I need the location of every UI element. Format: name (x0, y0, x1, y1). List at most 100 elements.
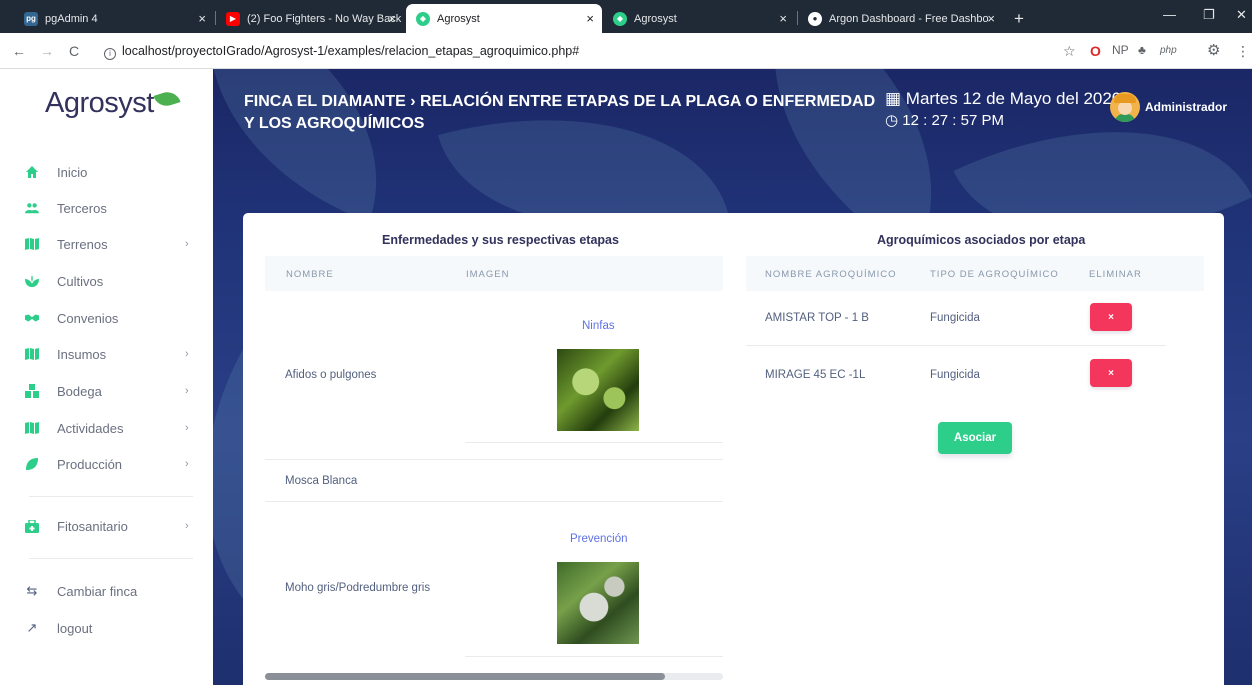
agrochemical-type: Fungicida (930, 312, 980, 324)
exchange-icon: ⇆ (26, 583, 38, 598)
diseases-table-title: Enfermedades y sus respectivas etapas (382, 233, 619, 247)
asociar-button[interactable]: Asociar (938, 422, 1012, 454)
date-text: Martes 12 de Mayo del 2020 (905, 89, 1122, 108)
browser-tab[interactable]: ● Argon Dashboard - Free Dashbo × (798, 4, 1003, 33)
column-header: IMAGEN (466, 269, 510, 280)
column-header: ELIMINAR (1089, 269, 1142, 280)
agrochemical-name: MIRAGE 45 EC -1L (765, 369, 866, 381)
sidebar-item-inicio[interactable]: Inicio (0, 157, 213, 187)
home-icon (25, 165, 39, 179)
medkit-icon (25, 519, 39, 533)
leaf-icon (25, 457, 39, 471)
url-field[interactable]: i localhost/proyectoIGrado/Agrosyst-1/exa… (104, 44, 579, 60)
sidebar-item-terceros[interactable]: Terceros (0, 193, 213, 223)
php-extension-icon[interactable]: php (1160, 45, 1177, 56)
aphid-photo (557, 349, 639, 431)
delete-button[interactable]: × (1090, 359, 1132, 387)
agrosyst-favicon-icon: ◆ (613, 11, 627, 26)
avatar-face (1118, 101, 1132, 115)
sidebar-item-fitosanitario[interactable]: Fitosanitario › (0, 511, 213, 541)
stage-link[interactable]: Prevención (570, 533, 628, 545)
agrosyst-favicon-icon: ◆ (416, 11, 430, 26)
horizontal-scrollbar[interactable] (265, 673, 723, 680)
maximize-icon[interactable]: ❐ (1203, 7, 1215, 23)
logo-text: Agrosyst (45, 87, 154, 119)
user-name[interactable]: Administrador (1145, 100, 1227, 114)
info-icon[interactable]: i (104, 48, 116, 60)
close-icon[interactable]: × (198, 11, 206, 26)
argon-favicon-icon: ● (808, 11, 822, 26)
sidebar-item-actividades[interactable]: Actividades › (0, 413, 213, 443)
chevron-right-icon: › (185, 385, 189, 397)
sidebar-item-terrenos[interactable]: Terrenos › (0, 229, 213, 259)
browser-tab[interactable]: pg pgAdmin 4 × (14, 4, 214, 33)
tab-title: (2) Foo Fighters - No Way Back ( (247, 12, 404, 25)
forward-icon[interactable]: → (40, 43, 54, 59)
sidebar-item-label: logout (57, 620, 93, 636)
header-date: ▦ Martes 12 de Mayo del 2020 (885, 89, 1121, 109)
handshake-icon (25, 311, 39, 325)
map-icon (25, 237, 39, 251)
sidebar-item-cultivos[interactable]: Cultivos (0, 266, 213, 296)
address-bar: ← → C i localhost/proyectoIGrado/Agrosyst… (0, 33, 1252, 69)
opera-icon[interactable]: O (1090, 43, 1101, 59)
agrochemical-name: AMISTAR TOP - 1 B (765, 312, 869, 324)
reload-icon[interactable]: C (69, 43, 79, 59)
column-header: NOMBRE (286, 269, 334, 280)
logo-leaf-icon (153, 88, 181, 110)
sidebar-item-logout[interactable]: ↗ logout (0, 613, 213, 643)
close-icon[interactable]: × (779, 11, 787, 26)
main-card: Enfermedades y sus respectivas etapas NO… (243, 213, 1224, 685)
asociar-label: Asociar (953, 432, 997, 444)
sidebar-item-bodega[interactable]: Bodega › (0, 376, 213, 406)
back-icon[interactable]: ← (12, 43, 26, 59)
star-icon[interactable]: ☆ (1063, 43, 1076, 60)
logo[interactable]: Agrosyst (45, 87, 181, 120)
diseases-table-header: NOMBRE IMAGEN (265, 256, 723, 291)
chevron-right-icon: › (185, 348, 189, 360)
tab-title: Argon Dashboard - Free Dashbo (829, 12, 989, 25)
pgadmin-icon: pg (24, 11, 38, 26)
plant-icon (25, 274, 39, 288)
menu-icon[interactable]: ⋮ (1236, 43, 1250, 60)
column-header: NOMBRE AGROQUÍMICO (765, 269, 897, 280)
np-extension-icon[interactable]: NP (1112, 43, 1129, 57)
avatar-hat (1114, 94, 1136, 103)
browser-tab-active[interactable]: ◆ Agrosyst × (406, 4, 602, 33)
browser-tab[interactable]: ◆ Agrosyst × (603, 4, 795, 33)
window-close-icon[interactable]: ✕ (1236, 7, 1247, 23)
stage-link[interactable]: Ninfas (582, 320, 615, 332)
users-icon (25, 201, 39, 215)
header-time: ◷ 12 : 27 : 57 PM (885, 111, 1004, 129)
browser-tab[interactable]: ▶ (2) Foo Fighters - No Way Back ( × (216, 4, 404, 33)
map-icon (25, 347, 39, 361)
profile-icon[interactable]: ⚙ (1207, 41, 1220, 59)
row-divider (465, 442, 723, 443)
close-icon[interactable]: × (987, 11, 995, 26)
agrochemical-type: Fungicida (930, 369, 980, 381)
column-header: TIPO DE AGROQUÍMICO (930, 269, 1059, 280)
row-divider (465, 656, 723, 657)
close-icon[interactable]: × (388, 11, 396, 26)
row-divider (746, 345, 1166, 346)
avatar[interactable] (1110, 92, 1140, 122)
sidebar-item-label: Convenios (57, 310, 119, 326)
url-text: localhost/proyectoIGrado/Agrosyst-1/exam… (122, 44, 580, 58)
sidebar-item-cambiar-finca[interactable]: ⇆ Cambiar finca (0, 576, 213, 606)
close-icon[interactable]: × (586, 11, 594, 26)
delete-button[interactable]: × (1090, 303, 1132, 331)
browser-tab-bar: pg pgAdmin 4 × ▶ (2) Foo Fighters - No W… (0, 0, 1252, 33)
sidebar-item-produccion[interactable]: Producción › (0, 449, 213, 479)
minimize-icon[interactable]: — (1163, 7, 1176, 22)
sidebar-item-insumos[interactable]: Insumos › (0, 339, 213, 369)
row-divider (265, 501, 723, 502)
scrollbar-thumb[interactable] (265, 673, 665, 680)
sidebar-item-convenios[interactable]: Convenios (0, 303, 213, 333)
sidebar-divider (29, 558, 193, 559)
extension-icon[interactable]: ♣ (1138, 43, 1146, 57)
disease-name: Mosca Blanca (285, 475, 358, 487)
agrochemicals-table-header: NOMBRE AGROQUÍMICO TIPO DE AGROQUÍMICO E… (746, 256, 1204, 291)
row-divider (265, 459, 723, 460)
sidebar-item-label: Producción (57, 456, 123, 472)
new-tab-icon[interactable]: + (1014, 9, 1024, 29)
